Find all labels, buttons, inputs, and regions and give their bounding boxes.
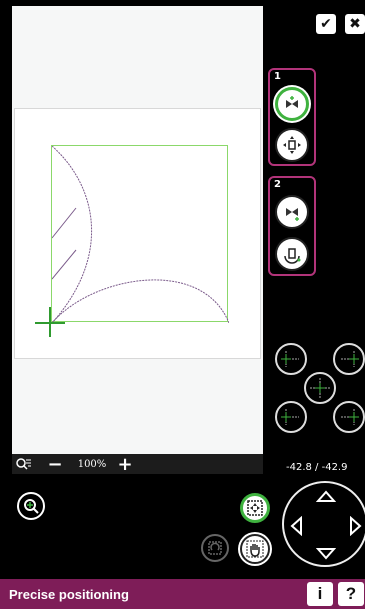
center-icon: [310, 378, 330, 398]
hoop-area: [14, 108, 261, 359]
magnifier-icon: [24, 499, 39, 514]
corner-top-right-icon: [341, 351, 359, 367]
page-title: Precise positioning: [9, 586, 129, 602]
rotate-button[interactable]: [275, 237, 309, 271]
position-crosshair-icon[interactable]: [35, 307, 65, 337]
zoom-options-icon[interactable]: [14, 454, 34, 474]
corner-top-left-button[interactable]: [275, 343, 307, 375]
rotate-mode-icon: [208, 541, 222, 555]
group-2-panel: 2: [268, 176, 316, 276]
help-icon: ?: [345, 584, 357, 603]
hand-icon: [246, 540, 264, 558]
design-bounding-box[interactable]: [51, 145, 229, 323]
corner-top-left-icon: [281, 351, 299, 367]
move-mode-icon: [247, 500, 263, 516]
design-stitches: [52, 146, 229, 323]
move-in-hoop-icon: [283, 136, 301, 154]
corner-bottom-right-button[interactable]: [333, 401, 365, 433]
zoom-to-design-button[interactable]: [17, 492, 45, 520]
close-button[interactable]: ✖: [345, 14, 365, 34]
position-dpad[interactable]: [282, 481, 365, 567]
move-button[interactable]: [275, 87, 309, 121]
rotate-move-icon: [286, 208, 299, 221]
hand-tool-button[interactable]: [240, 534, 270, 564]
rotate-icon: [284, 248, 301, 264]
confirm-button[interactable]: ✔: [316, 14, 336, 34]
corner-top-right-button[interactable]: [333, 343, 365, 375]
rotate-mode-button[interactable]: [201, 534, 229, 562]
footer-bar: Precise positioning i ?: [0, 579, 365, 609]
group-1-panel: 1: [268, 68, 316, 166]
move-icon: [286, 96, 298, 108]
move-mode-button[interactable]: [240, 493, 270, 523]
corner-bottom-left-icon: [281, 409, 299, 425]
close-icon: ✖: [349, 16, 361, 32]
zoom-out-button[interactable]: −: [47, 454, 63, 475]
arrow-right-icon[interactable]: [349, 516, 363, 536]
arrow-up-icon[interactable]: [316, 489, 336, 503]
embroidery-canvas[interactable]: [12, 6, 263, 454]
arrow-left-icon[interactable]: [289, 516, 303, 536]
arrow-down-icon[interactable]: [316, 547, 336, 561]
help-button[interactable]: ?: [338, 582, 364, 606]
zoom-level: 100%: [77, 458, 107, 470]
center-button[interactable]: [304, 372, 336, 404]
info-icon: i: [317, 584, 323, 603]
corner-bottom-right-icon: [341, 409, 359, 425]
zoom-bar: − 100% +: [12, 454, 263, 475]
check-icon: ✔: [320, 16, 332, 32]
group-number: 1: [274, 71, 281, 82]
move-in-hoop-button[interactable]: [275, 128, 309, 162]
info-button[interactable]: i: [307, 582, 333, 606]
group-number: 2: [274, 179, 281, 190]
position-readout: -42.8 / -42.9: [286, 462, 348, 473]
corner-bottom-left-button[interactable]: [275, 401, 307, 433]
rotate-move-button[interactable]: [275, 195, 309, 229]
zoom-in-button[interactable]: +: [116, 454, 134, 475]
